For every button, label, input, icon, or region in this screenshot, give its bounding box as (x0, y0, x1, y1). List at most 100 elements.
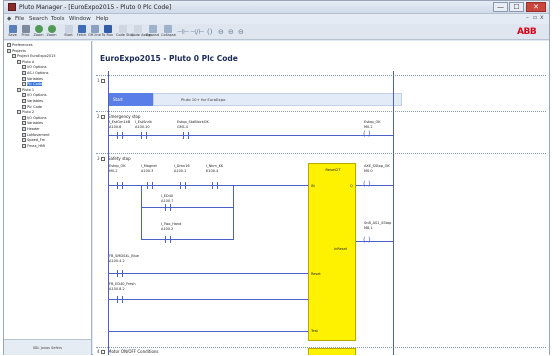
tree-node-icon (17, 59, 21, 64)
tree-item[interactable]: Pluto 2 (17, 110, 34, 115)
zoom-out-button[interactable]: Zoom (45, 25, 58, 38)
mdi-minimize-button[interactable]: – (526, 14, 529, 22)
title-bar: Pluto Manager - [EuroExpo2015 - Pluto 0 … (4, 1, 549, 14)
contact[interactable] (183, 132, 189, 139)
expand-button[interactable]: Expand (146, 25, 159, 38)
rung-line (108, 299, 308, 300)
tree-item[interactable]: LoMovement (22, 132, 50, 138)
maximize-button[interactable]: ☐ (509, 2, 524, 12)
net-comment: Motor ON/OFF Conditions (108, 349, 159, 354)
coil-set-tool-icon[interactable]: ⊖ (218, 28, 224, 36)
close-button[interactable]: ✕ (526, 2, 546, 12)
reset2t-function-block[interactable]: Reset2T IN Q InReset Reset Test (308, 163, 356, 341)
tree-item[interactable]: I/O Options (22, 115, 47, 121)
plc-code-editor[interactable]: EuroExpo2015 - Pluto 0 Plc Code 1 Start … (93, 41, 549, 355)
tree-item[interactable]: Plc Code (22, 104, 42, 110)
tree-footer: SBL Jonas Sefers (4, 339, 91, 355)
net-comment: Emergency stop (108, 114, 141, 119)
project-tree: Fmax_HMI Speed_Fm LoMovement Header Variable… (4, 41, 92, 355)
contact[interactable] (165, 204, 171, 211)
tree-item[interactable]: Header (22, 127, 40, 132)
tree-node-icon (22, 82, 26, 87)
save-button[interactable]: Save (6, 25, 19, 38)
contact[interactable] (165, 236, 171, 243)
fb-pin-q: Q (350, 184, 353, 188)
tree-node-icon (22, 115, 26, 120)
tree-item[interactable]: Projects (7, 48, 26, 54)
offline-button[interactable]: Off-line (88, 25, 101, 38)
print-button[interactable]: Print (19, 25, 32, 38)
code-assign-button[interactable]: Code Assign (131, 25, 153, 38)
coil[interactable]: ( ) (363, 237, 371, 244)
tree-item[interactable]: Plc Code (22, 82, 43, 87)
function-block-title: Reset2T (325, 167, 341, 172)
contact-label: Estop_OK M0.2 (109, 164, 126, 173)
mdi-close-button[interactable]: x (540, 14, 544, 22)
contact-label: FB_ED40_Fresh A100.8.2 (109, 282, 136, 291)
tree-item[interactable]: I/O Options (22, 65, 47, 70)
function-block[interactable] (308, 348, 356, 355)
start-comment: Pluto 10+ for EuroExpo (181, 97, 226, 102)
menu-bar: ◆ File Search Tools Window Help – ▫ x (4, 14, 549, 24)
fb-pin-test: Test (311, 329, 318, 333)
tree-item[interactable]: Pluto 1 (17, 87, 34, 93)
menu-help[interactable]: Help (96, 14, 109, 24)
tree-node-icon (7, 43, 11, 47)
contact[interactable] (180, 182, 186, 189)
contact-nc-tool-icon[interactable]: ⊣/⊢ (190, 28, 205, 36)
contact[interactable] (141, 132, 147, 139)
tree-item[interactable]: Project EuroExpo2015 (12, 54, 56, 59)
rung-line (108, 135, 393, 136)
net-separator (96, 153, 546, 154)
coil-reset-tool-icon[interactable]: ⊖ (228, 28, 234, 36)
minimize-button[interactable]: — (493, 2, 508, 12)
contact[interactable] (117, 132, 123, 139)
rung-line (356, 185, 393, 186)
tree-item[interactable]: Pluto A (17, 59, 34, 65)
coil[interactable]: ( ) (363, 131, 371, 138)
tree-node-icon (7, 48, 11, 53)
contact[interactable] (117, 296, 123, 303)
app-menu-icon[interactable]: ◆ (7, 14, 11, 24)
to-run-button[interactable]: To Run (101, 25, 114, 38)
tree-item[interactable]: I/O Options (22, 93, 47, 98)
start-block[interactable]: Start (109, 93, 153, 106)
net-comment: Safety stop (108, 156, 131, 161)
coil-neg-tool-icon[interactable]: ⊖ (238, 28, 244, 36)
abb-logo: ABB (517, 27, 537, 37)
branch-line (233, 185, 234, 240)
menu-window[interactable]: Window (69, 14, 91, 24)
menu-search[interactable]: Search (29, 14, 48, 24)
tree-node-icon (22, 104, 26, 109)
fetch-button[interactable]: Fetch (75, 25, 88, 38)
contact-tool-icon[interactable]: ⊣⊢ (177, 28, 189, 36)
contact[interactable] (212, 182, 218, 189)
coil-tool-icon[interactable]: () (207, 28, 212, 36)
collapse-button[interactable]: Collapse (161, 25, 176, 38)
tree-node-icon (22, 138, 26, 143)
tree-item[interactable]: AS-i Options (22, 71, 48, 76)
tree-item[interactable]: Fmax_HMI (22, 143, 45, 149)
start-button[interactable]: Start (62, 25, 75, 38)
tree-item[interactable]: Speed_Fm (22, 138, 45, 143)
zoom-in-button[interactable]: Zoom (32, 25, 45, 38)
menu-file[interactable]: File (15, 14, 24, 24)
fb-pin-reset: Reset (311, 272, 321, 276)
mdi-restore-button[interactable]: ▫ (533, 14, 537, 22)
tree-item[interactable]: Variables (22, 121, 43, 126)
contact-label: I_EstGrn1kB A100.8 (109, 120, 131, 129)
tree-item[interactable]: Variables (22, 76, 43, 82)
zoom-out-icon (47, 25, 56, 33)
window-title: Pluto Manager - [EuroExpo2015 - Pluto 0 … (19, 4, 172, 11)
contact[interactable] (147, 182, 153, 189)
tree-item[interactable]: Preferences (7, 43, 33, 48)
contact[interactable] (117, 182, 123, 189)
tree-node-icon (12, 54, 16, 59)
coil[interactable]: ( ) (363, 181, 371, 188)
code-stop-button[interactable]: Code Stop (116, 25, 134, 38)
contact-label: I_Nkm_KK K100.4 (206, 164, 224, 173)
contact[interactable] (117, 270, 123, 277)
net-separator (96, 111, 546, 112)
menu-tools[interactable]: Tools (51, 14, 65, 24)
tree-item[interactable]: Variables (22, 99, 43, 104)
